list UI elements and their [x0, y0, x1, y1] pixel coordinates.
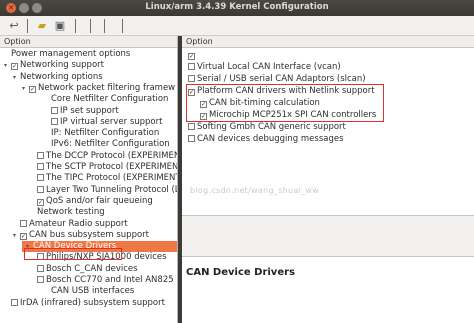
- window-title: Linux/arm 3.4.39 Kernel Configuration: [145, 2, 329, 12]
- tree-row-label: Networking options: [20, 71, 103, 82]
- checkbox[interactable]: [37, 185, 44, 193]
- checkbox[interactable]: [37, 163, 44, 170]
- tree-row-label: IP set support: [60, 105, 119, 116]
- expander-icon[interactable]: ▾: [13, 72, 20, 83]
- tree-row-label: IPv6: Netfilter Configuration: [51, 139, 170, 150]
- expander-icon[interactable]: ▾: [22, 83, 29, 94]
- tree-row[interactable]: IPv6: Netfilter Configuration: [0, 139, 177, 150]
- tree-row[interactable]: ✓ QoS and/or fair queueing: [0, 195, 177, 207]
- checkbox[interactable]: [37, 174, 44, 182]
- split-view-icon[interactable]: [104, 19, 105, 33]
- option-row[interactable]: CAN devices debugging messages: [182, 134, 472, 145]
- option-row[interactable]: ✓: [182, 50, 472, 61]
- option-row-label: Virtual Local CAN Interface (vcan): [197, 62, 341, 72]
- option-row[interactable]: Softing Gmbh CAN generic support: [182, 122, 472, 133]
- annotation-box-right: [186, 84, 384, 122]
- tree-row-label: Network testing: [37, 207, 105, 218]
- toolbar: ↩ ▰ ▣: [0, 16, 474, 36]
- tree-row-label: Core Netfilter Configuration: [51, 94, 169, 105]
- checkbox[interactable]: ✓: [37, 198, 44, 206]
- title-bar: ✕ Linux/arm 3.4.39 Kernel Configuration: [0, 0, 474, 16]
- option-tree[interactable]: Option Power management options ▾ ✓ Network…: [0, 36, 178, 323]
- tree-row-label: The TIPC Protocol (EXPERIMENT: [46, 173, 178, 184]
- tree-row[interactable]: Layer Two Tunneling Protocol (L2: [0, 184, 178, 196]
- tree-row-label: Bosch CC770 and Intel AN825: [46, 275, 174, 285]
- tree-row[interactable]: Network testing: [0, 207, 177, 218]
- tree-row-label: IrDA (infrared) subsystem support: [20, 297, 165, 308]
- checkbox[interactable]: [188, 135, 195, 142]
- full-view-icon[interactable]: [122, 19, 123, 33]
- tree-row-label: Layer Two Tunneling Protocol (L2: [46, 184, 178, 195]
- option-list-panel: Option ✓ Virtual Local CAN Interface (vca…: [182, 36, 474, 323]
- toolbar-separator: [27, 19, 28, 33]
- tree-row-label: QoS and/or fair queueing: [46, 195, 153, 206]
- checkbox[interactable]: [20, 219, 27, 227]
- tree-row[interactable]: ▾ ✓ Network packet filtering framew: [0, 82, 177, 94]
- single-view-icon[interactable]: [90, 19, 91, 33]
- left-column-header: Option: [0, 36, 177, 48]
- help-title: CAN Device Drivers: [186, 267, 295, 278]
- checkbox[interactable]: [51, 106, 58, 114]
- annotation-box-left: [24, 248, 122, 260]
- checkbox[interactable]: [37, 151, 44, 159]
- checkbox[interactable]: ✓: [188, 53, 195, 60]
- help-pane: CAN Device Drivers: [182, 256, 474, 323]
- tree-row[interactable]: Core Netfilter Configuration: [0, 94, 177, 105]
- checkbox[interactable]: [37, 276, 44, 283]
- tree-row[interactable]: Power management options: [0, 49, 177, 60]
- tree-row[interactable]: Amateur Radio support: [0, 218, 177, 230]
- tree-row[interactable]: Bosch C_CAN devices: [0, 263, 177, 275]
- tree-row[interactable]: Bosch CC770 and Intel AN825: [0, 275, 177, 286]
- option-row-label: CAN devices debugging messages: [197, 134, 344, 144]
- tree-row[interactable]: IP virtual server support: [0, 116, 177, 128]
- checkbox[interactable]: ✓: [29, 85, 36, 93]
- option-row-label: Softing Gmbh CAN generic support: [197, 122, 346, 132]
- tree-row[interactable]: ▾ Networking options: [0, 71, 177, 83]
- back-icon[interactable]: ↩: [6, 18, 22, 34]
- right-column-header: Option: [182, 36, 474, 48]
- tree-row-label: Amateur Radio support: [29, 218, 128, 229]
- tree-row-label: CAN USB interfaces: [51, 286, 135, 297]
- tree-row-label: Networking support: [20, 60, 104, 71]
- option-list[interactable]: Option ✓ Virtual Local CAN Interface (vca…: [182, 36, 474, 216]
- tree-row-label: CAN bus subsystem support: [29, 229, 150, 240]
- checkbox[interactable]: [188, 63, 195, 70]
- checkbox[interactable]: [188, 123, 195, 130]
- tree-row[interactable]: The SCTP Protocol (EXPERIMENT: [0, 162, 178, 173]
- tree-row-label: Network packet filtering framew: [38, 82, 176, 93]
- expander-icon[interactable]: ▾: [13, 230, 20, 241]
- tree-row[interactable]: ▾ ✓ CAN bus subsystem support: [0, 229, 177, 241]
- watermark: blog.csdn.net/wang_shuai_ww: [190, 186, 320, 195]
- option-row[interactable]: Virtual Local CAN Interface (vcan): [182, 62, 472, 73]
- tree-row[interactable]: ▾ ✓ Networking support: [0, 60, 177, 71]
- open-folder-icon[interactable]: ▰: [34, 18, 50, 34]
- checkbox[interactable]: [51, 117, 58, 125]
- tree-row-label: The DCCP Protocol (EXPERIMENT: [46, 150, 178, 161]
- tree-row[interactable]: IP: Netfilter Configuration: [0, 128, 177, 139]
- tree-row-label: IP: Netfilter Configuration: [51, 128, 160, 139]
- pane-splitter[interactable]: [182, 216, 474, 256]
- checkbox[interactable]: ✓: [11, 63, 18, 71]
- option-row-label: Serial / USB serial CAN Adaptors (slcan): [197, 74, 366, 84]
- checkbox[interactable]: [37, 264, 44, 272]
- checkbox[interactable]: [188, 75, 195, 82]
- checkbox[interactable]: ✓: [20, 232, 27, 240]
- tree-row[interactable]: The TIPC Protocol (EXPERIMENT: [0, 173, 178, 184]
- tree-row-label: The SCTP Protocol (EXPERIMENT: [46, 162, 178, 172]
- tree-row[interactable]: CAN USB interfaces: [0, 286, 177, 297]
- tree-row[interactable]: The DCCP Protocol (EXPERIMENT: [0, 150, 178, 162]
- tree-row-label: IP virtual server support: [60, 116, 163, 127]
- tree-row-label: Bosch C_CAN devices: [46, 263, 138, 274]
- tree-row[interactable]: IrDA (infrared) subsystem support: [0, 297, 177, 309]
- tree-row[interactable]: IP set support: [0, 105, 177, 117]
- checkbox[interactable]: [11, 298, 18, 306]
- save-icon[interactable]: ▣: [52, 18, 68, 34]
- expander-icon[interactable]: ▾: [4, 60, 11, 71]
- toolbar-separator: [75, 19, 76, 33]
- tree-row-label: Power management options: [11, 49, 131, 59]
